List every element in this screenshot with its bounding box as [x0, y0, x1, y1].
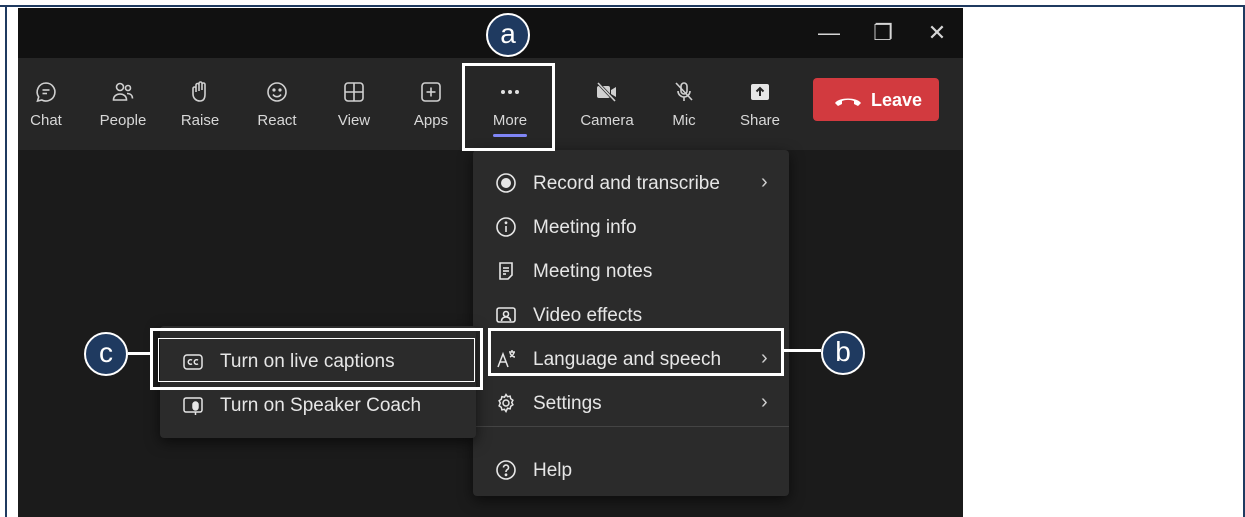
record-icon: [496, 173, 516, 193]
raise-hand-button[interactable]: Raise: [168, 58, 232, 150]
callout-b-connector: [784, 349, 821, 352]
menu-item-label: Help: [533, 460, 573, 481]
menu-item-label: Settings: [533, 393, 602, 414]
apps-label: Apps: [413, 112, 449, 129]
chat-label: Chat: [30, 112, 62, 129]
menu-item-label: Meeting notes: [533, 261, 653, 282]
more-options-menu: Record and transcribe › Meeting info Mee…: [473, 150, 789, 496]
minimize-button[interactable]: —: [814, 18, 844, 48]
react-label: React: [257, 112, 297, 129]
mic-button[interactable]: Mic: [652, 58, 716, 150]
react-smiley-icon: [267, 82, 287, 102]
menu-item-settings[interactable]: Settings ›: [473, 384, 789, 424]
menu-item-label: Record and transcribe: [533, 173, 720, 194]
share-icon: [751, 84, 769, 100]
chevron-right-icon: ›: [761, 171, 768, 193]
apps-button[interactable]: Apps: [399, 58, 463, 150]
highlight-more-button: [462, 63, 555, 151]
restore-button[interactable]: ❐: [868, 18, 898, 48]
speaker-coach-icon: [183, 397, 203, 415]
camera-off-icon: [596, 81, 617, 103]
notes-icon: [499, 262, 513, 280]
highlight-live-captions-inner: [158, 338, 475, 382]
chevron-right-icon: ›: [761, 391, 768, 413]
callout-c: c: [84, 332, 128, 376]
video-effects-icon: [496, 307, 516, 323]
info-icon: [496, 217, 516, 237]
view-grid-icon: [344, 82, 364, 102]
phone-hangup-icon: [835, 98, 861, 106]
raise-label: Raise: [180, 112, 220, 129]
restore-icon: ❐: [873, 20, 893, 45]
leave-button[interactable]: Leave: [813, 78, 939, 121]
menu-item-help[interactable]: Help: [473, 451, 789, 491]
camera-button[interactable]: Camera: [575, 58, 639, 150]
frame-border-top: [0, 5, 1245, 7]
menu-item-label: Video effects: [533, 305, 643, 326]
menu-divider: [473, 426, 789, 427]
menu-item-meeting-info[interactable]: Meeting info: [473, 208, 789, 248]
menu-item-meeting-notes[interactable]: Meeting notes: [473, 252, 789, 292]
share-button[interactable]: Share: [728, 58, 792, 150]
settings-gear-icon: [498, 393, 514, 414]
view-label: View: [337, 112, 371, 129]
minimize-icon: —: [818, 20, 840, 45]
mic-off-icon: [675, 82, 693, 101]
close-icon: ✕: [927, 20, 947, 45]
camera-label: Camera: [580, 112, 634, 129]
raise-hand-icon: [192, 81, 206, 102]
people-button[interactable]: People: [91, 58, 155, 150]
view-button[interactable]: View: [322, 58, 386, 150]
help-icon: [496, 460, 516, 480]
share-label: Share: [739, 112, 781, 129]
menu-item-label: Turn on Speaker Coach: [220, 395, 422, 416]
close-button[interactable]: ✕: [922, 18, 952, 48]
highlight-language-and-speech: [488, 328, 784, 376]
people-label: People: [99, 112, 147, 129]
menu-item-turn-on-speaker-coach[interactable]: Turn on Speaker Coach: [160, 386, 476, 426]
react-button[interactable]: React: [245, 58, 309, 150]
menu-item-record-and-transcribe[interactable]: Record and transcribe ›: [473, 164, 789, 204]
leave-label: Leave: [871, 90, 923, 110]
chat-icon: [36, 82, 56, 103]
mic-label: Mic: [672, 112, 696, 129]
callout-a: a: [486, 13, 530, 57]
callout-b: b: [821, 331, 865, 375]
apps-plus-icon: [421, 82, 441, 102]
menu-item-label: Meeting info: [533, 217, 637, 238]
frame-border-left: [5, 5, 7, 517]
people-icon: [112, 82, 134, 101]
callout-c-connector: [128, 352, 152, 355]
chat-button[interactable]: Chat: [18, 58, 78, 150]
